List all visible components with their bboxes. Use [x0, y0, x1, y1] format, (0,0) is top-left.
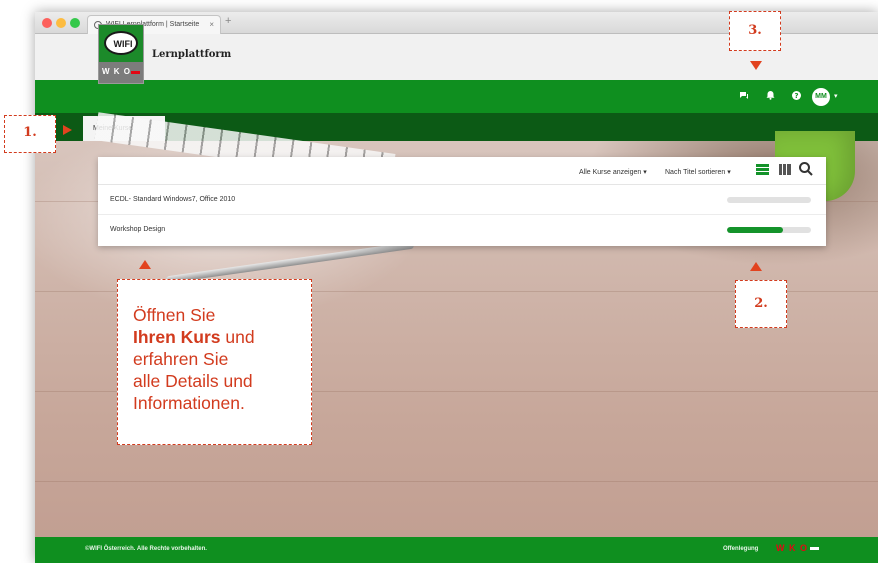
footer-wko-logo: W K O: [776, 543, 840, 557]
info-line-1: Öffnen Sie: [133, 305, 216, 325]
sort-label: Nach Titel sortieren: [665, 169, 726, 176]
logo-top: WIFI: [99, 25, 143, 62]
info-line-2-rest: und: [220, 327, 255, 347]
course-title[interactable]: ECDL- Standard Windows7, Office 2010: [110, 196, 235, 203]
course-list-panel: Alle Kurse anzeigen ▾ Nach Titel sortier…: [98, 157, 826, 246]
annotation-info-box: Öffnen Sie Ihren Kurs und erfahren Sie a…: [117, 279, 312, 445]
logo-red-bar: [131, 71, 140, 74]
pen-image: [165, 241, 415, 284]
logo-circle: WIFI: [104, 31, 138, 55]
annotation-arrow-right: [63, 125, 72, 135]
minimize-window-button[interactable]: [56, 18, 66, 28]
info-line-3: erfahren Sie: [133, 349, 229, 369]
annotation-label-2: 2.: [735, 280, 787, 328]
logo-bottom: W K O: [99, 62, 143, 83]
grid-view-icon[interactable]: [779, 164, 791, 175]
footer-copyright: ©WIFI Österreich. Alle Rechte vorbehalte…: [85, 546, 207, 552]
info-line-2: Ihren Kurs und: [133, 326, 311, 348]
list-view-icon[interactable]: [756, 164, 769, 175]
info-line-5: Informationen.: [133, 393, 245, 413]
info-bold-text: Ihren Kurs: [133, 327, 221, 347]
footer-wko-text: W K O: [776, 543, 808, 553]
main-navbar: ? MM ▾: [35, 80, 878, 113]
navbar-icons: ? MM ▾: [734, 87, 854, 107]
annotation-label-3: 3.: [729, 11, 781, 51]
annotation-label-1: 1.: [4, 115, 56, 153]
footer-offenlegung-link[interactable]: Offenlegung: [723, 546, 758, 552]
chat-icon[interactable]: [734, 87, 754, 107]
course-row[interactable]: Workshop Design: [98, 215, 826, 245]
annotation-text-1: 1.: [23, 125, 37, 140]
annotation-arrow-down: [750, 61, 762, 70]
sort-caret-icon: ▾: [727, 169, 731, 176]
maximize-window-button[interactable]: [70, 18, 80, 28]
course-title[interactable]: Workshop Design: [110, 226, 165, 233]
filter-label: Alle Kurse anzeigen: [579, 169, 642, 176]
logo-wko-text: W K O: [102, 67, 131, 76]
site-footer: ©WIFI Österreich. Alle Rechte vorbehalte…: [35, 537, 878, 563]
user-menu-caret-icon[interactable]: ▾: [834, 87, 838, 107]
svg-text:?: ?: [794, 92, 798, 100]
course-toolbar: Alle Kurse anzeigen ▾ Nach Titel sortier…: [98, 157, 826, 185]
help-icon[interactable]: ?: [786, 87, 806, 107]
screenshot-stage: WIFI Lernplattform | Startseite × + Lern…: [0, 0, 878, 563]
annotation-text-2: 2.: [754, 296, 768, 311]
course-progress-bar: [727, 197, 811, 203]
user-avatar[interactable]: MM: [812, 88, 830, 106]
course-progress-bar: [727, 227, 811, 233]
bell-icon[interactable]: [760, 87, 780, 107]
course-filter-dropdown[interactable]: Alle Kurse anzeigen ▾: [579, 168, 647, 176]
course-sort-dropdown[interactable]: Nach Titel sortieren ▾: [665, 168, 731, 176]
course-progress-fill: [727, 227, 784, 233]
wood-plank-line: [35, 481, 878, 482]
wifi-logo[interactable]: WIFI W K O: [98, 24, 144, 84]
tab-close-icon[interactable]: ×: [209, 16, 214, 34]
new-tab-button[interactable]: +: [225, 15, 231, 27]
logo-wifi-text: WIFI: [113, 39, 133, 49]
brand-name[interactable]: Lernplattform: [152, 49, 231, 60]
info-line-4: alle Details und: [133, 371, 253, 391]
search-icon[interactable]: [798, 161, 814, 177]
course-row[interactable]: ECDL- Standard Windows7, Office 2010: [98, 185, 826, 215]
filter-caret-icon: ▾: [643, 169, 647, 176]
footer-wko-bar: [810, 547, 819, 551]
annotation-text-3: 3.: [748, 23, 762, 38]
close-window-button[interactable]: [42, 18, 52, 28]
annotation-arrow-up-info: [139, 260, 151, 269]
annotation-arrow-up: [750, 262, 762, 271]
